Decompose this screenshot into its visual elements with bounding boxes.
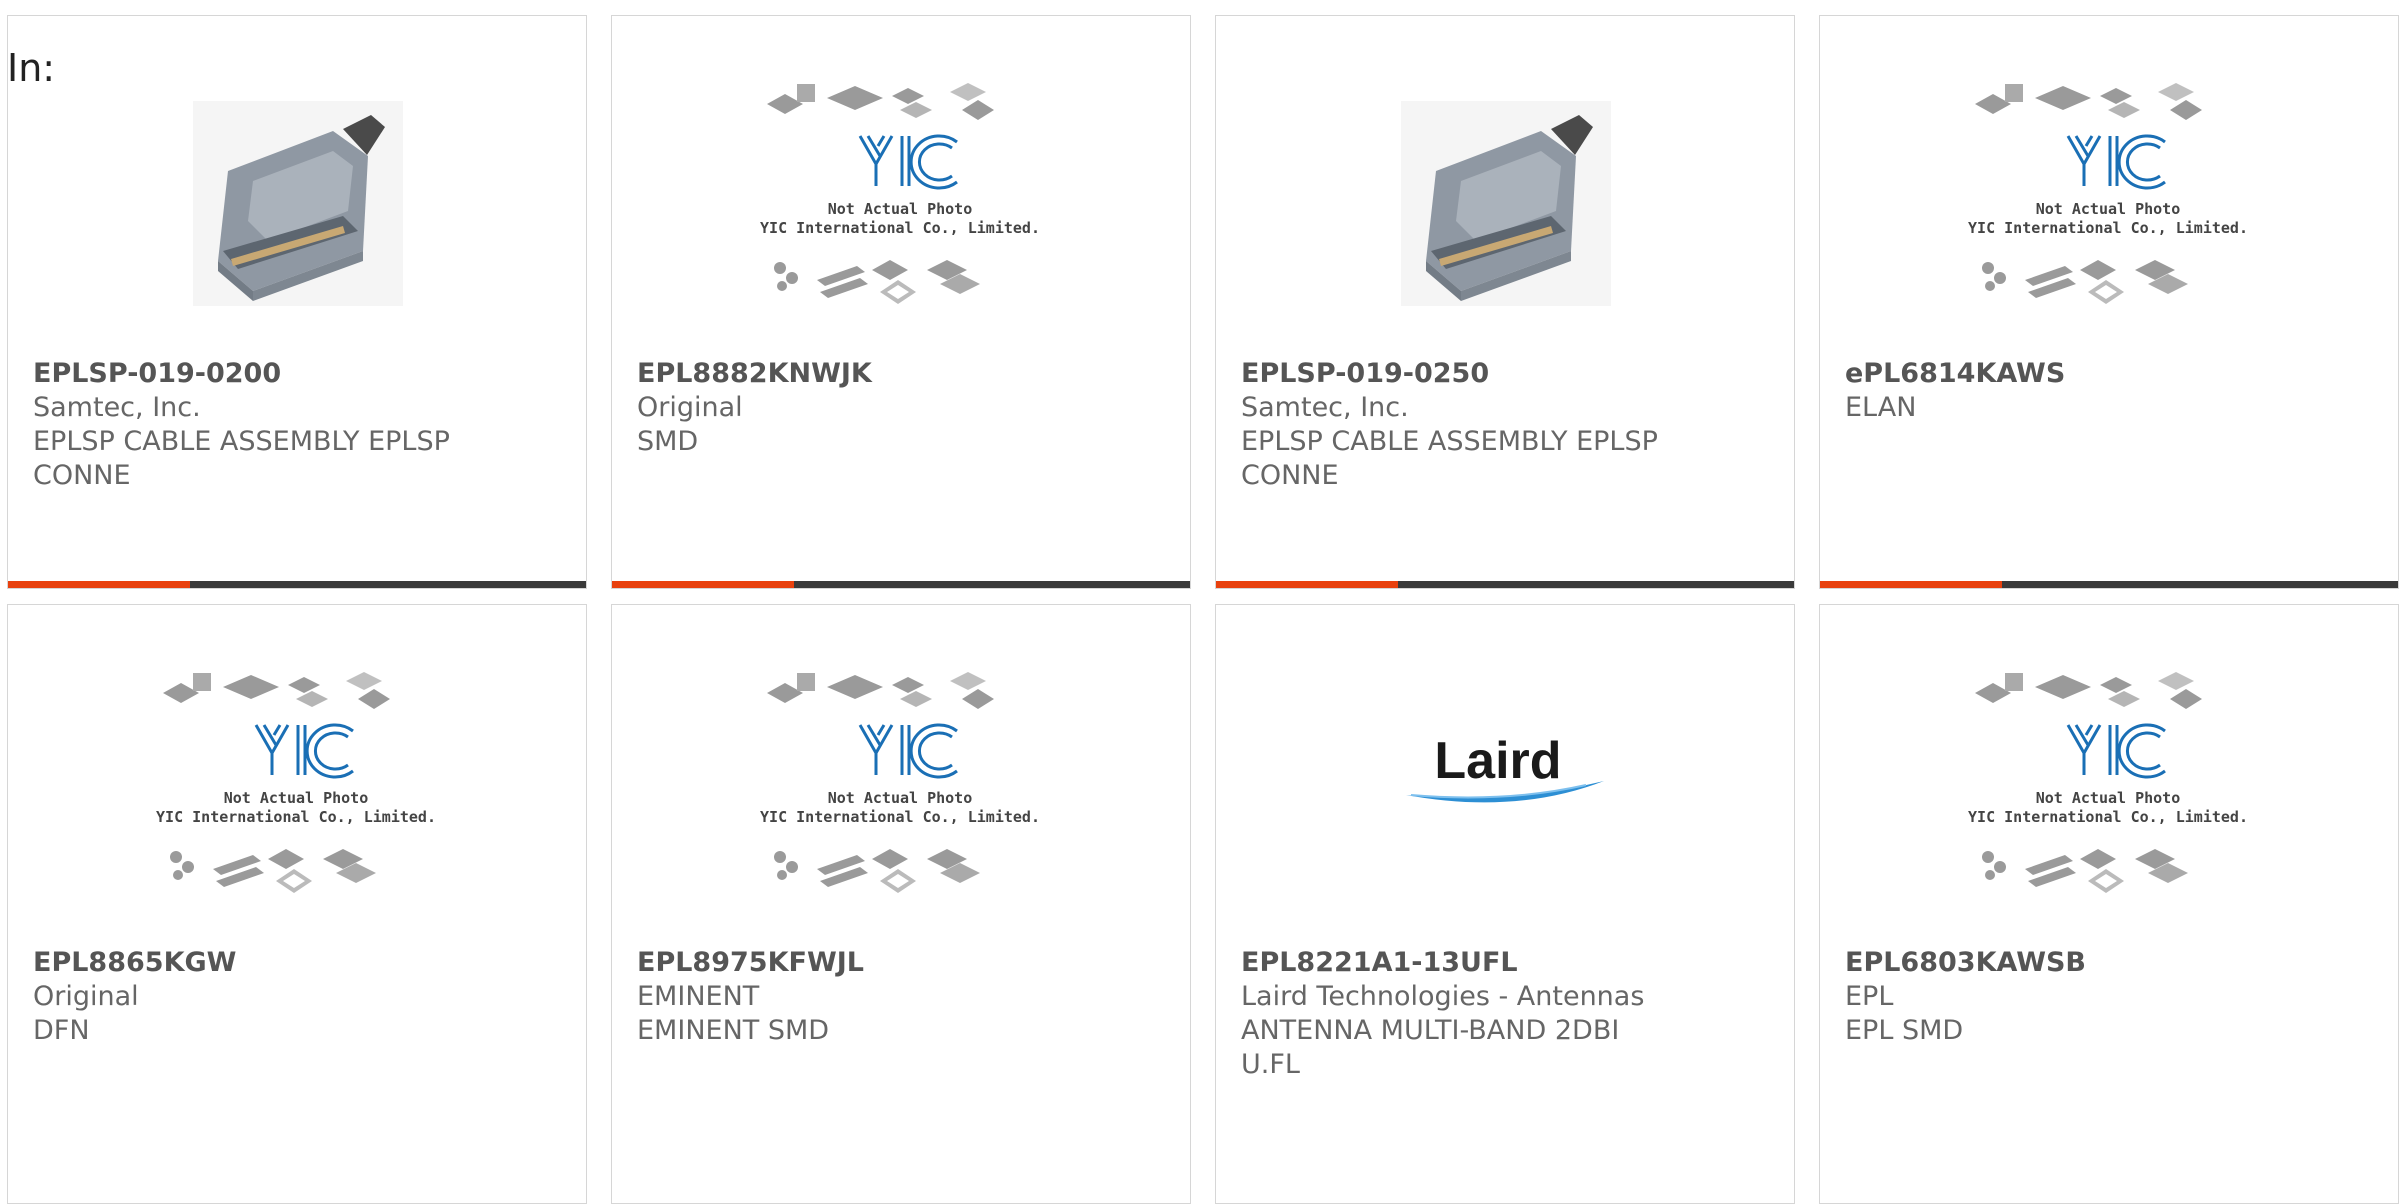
product-description: EPLSP CABLE ASSEMBLY EPLSP [33, 426, 450, 457]
product-image[interactable]: Not Actual Photo YIC International Co., … [1820, 665, 2398, 915]
product-info: EPLSP-019-0250 Samtec, Inc. EPLSP CABLE AS… [1241, 357, 1671, 493]
not-actual-photo-image: Not Actual Photo YIC International Co., … [1968, 672, 2248, 893]
product-manufacturer: Laird Technologies - Antennas [1241, 981, 1645, 1012]
card-bottom-bar [1820, 581, 2398, 588]
product-name-link[interactable]: EPL8882KNWJK [637, 357, 1067, 391]
product-info: EPL8882KNWJK Original SMD [637, 357, 1067, 459]
product-card[interactable]: Laird EPL8221A1-13UFL Laird Technologies … [1215, 604, 1795, 1204]
in-label: In: [7, 46, 56, 90]
yic-caption-1: Not Actual Photo [828, 200, 973, 218]
connector-image [193, 101, 403, 306]
product-name-link[interactable]: EPLSP-019-0200 [33, 357, 463, 391]
product-description: CONNE [33, 460, 131, 491]
product-image[interactable] [8, 76, 586, 326]
product-card[interactable]: Not Actual Photo YIC International Co., … [1819, 604, 2399, 1204]
product-card[interactable]: EPLSP-019-0250 Samtec, Inc. EPLSP CABLE AS… [1215, 15, 1795, 589]
yic-caption-1: Not Actual Photo [828, 789, 973, 807]
product-card[interactable]: Not Actual Photo YIC International Co., … [7, 604, 587, 1204]
product-image[interactable]: Not Actual Photo YIC International Co., … [612, 76, 1190, 326]
card-accent-bar [1820, 581, 2002, 588]
yic-caption-1: Not Actual Photo [224, 789, 369, 807]
card-accent-bar [8, 581, 190, 588]
connector-image [1401, 101, 1611, 306]
product-info: EPL8865KGW Original DFN [33, 946, 463, 1048]
not-actual-photo-image: Not Actual Photo YIC International Co., … [760, 672, 1040, 893]
product-info: EPLSP-019-0200 Samtec, Inc. EPLSP CABLE AS… [33, 357, 463, 493]
product-card[interactable]: Not Actual Photo YIC International Co., … [611, 604, 1191, 1204]
product-name-link[interactable]: EPL8865KGW [33, 946, 463, 980]
yic-caption-1: Not Actual Photo [2036, 789, 2181, 807]
product-manufacturer: EPL [1845, 981, 1894, 1012]
product-description: EMINENT SMD [637, 1015, 830, 1046]
yic-caption-2: YIC International Co., Limited. [156, 808, 436, 826]
product-manufacturer: Samtec, Inc. [1241, 392, 1409, 423]
product-name-link[interactable]: EPLSP-019-0250 [1241, 357, 1671, 391]
product-manufacturer: ELAN [1845, 392, 1917, 423]
product-card[interactable]: Not Actual Photo YIC International Co., … [611, 15, 1191, 589]
product-name-link[interactable]: EPL6803KAWSB [1845, 946, 2275, 980]
product-description: U.FL [1241, 1049, 1300, 1080]
product-image[interactable]: Not Actual Photo YIC International Co., … [612, 665, 1190, 915]
product-description: EPL SMD [1845, 1015, 1964, 1046]
product-manufacturer: Original [33, 981, 139, 1012]
card-bottom-bar [1216, 581, 1794, 588]
product-image[interactable]: Not Actual Photo YIC International Co., … [1820, 76, 2398, 326]
card-bottom-bar [8, 581, 586, 588]
product-description: SMD [637, 426, 699, 457]
product-card[interactable]: Not Actual Photo YIC International Co., … [1819, 15, 2399, 589]
product-description: DFN [33, 1015, 90, 1046]
not-actual-photo-image: Not Actual Photo YIC International Co., … [760, 83, 1040, 304]
yic-caption-2: YIC International Co., Limited. [760, 219, 1040, 237]
card-accent-bar [612, 581, 794, 588]
product-description: ANTENNA MULTI-BAND 2DBI [1241, 1015, 1620, 1046]
card-bottom-bar [612, 581, 1190, 588]
product-card[interactable]: EPLSP-019-0200 Samtec, Inc. EPLSP CABLE AS… [7, 15, 587, 589]
laird-logo-image: Laird [1406, 732, 1604, 803]
product-grid: EPLSP-019-0200 Samtec, Inc. EPLSP CABLE AS… [0, 0, 2400, 1204]
yic-caption-1: Not Actual Photo [2036, 200, 2181, 218]
yic-caption-2: YIC International Co., Limited. [1968, 219, 2248, 237]
product-name-link[interactable]: EPL8975KFWJL [637, 946, 1067, 980]
product-info: EPL8221A1-13UFL Laird Technologies - Ante… [1241, 946, 1671, 1082]
yic-caption-2: YIC International Co., Limited. [1968, 808, 2248, 826]
not-actual-photo-image: Not Actual Photo YIC International Co., … [1968, 83, 2248, 304]
laird-logo-text: Laird [1434, 732, 1561, 790]
product-manufacturer: Original [637, 392, 743, 423]
product-description: EPLSP CABLE ASSEMBLY EPLSP [1241, 426, 1658, 457]
product-image[interactable]: Not Actual Photo YIC International Co., … [8, 665, 586, 915]
product-info: EPL8975KFWJL EMINENT EMINENT SMD [637, 946, 1067, 1048]
product-image[interactable]: Laird [1216, 665, 1794, 915]
product-manufacturer: EMINENT [637, 981, 760, 1012]
product-info: EPL6803KAWSB EPL EPL SMD [1845, 946, 2275, 1048]
yic-caption-2: YIC International Co., Limited. [760, 808, 1040, 826]
not-actual-photo-image: Not Actual Photo YIC International Co., … [156, 672, 436, 893]
product-info: ePL6814KAWS ELAN [1845, 357, 2275, 425]
card-accent-bar [1216, 581, 1398, 588]
product-image[interactable] [1216, 76, 1794, 326]
product-manufacturer: Samtec, Inc. [33, 392, 201, 423]
product-description: CONNE [1241, 460, 1339, 491]
product-name-link[interactable]: ePL6814KAWS [1845, 357, 2275, 391]
product-name-link[interactable]: EPL8221A1-13UFL [1241, 946, 1671, 980]
